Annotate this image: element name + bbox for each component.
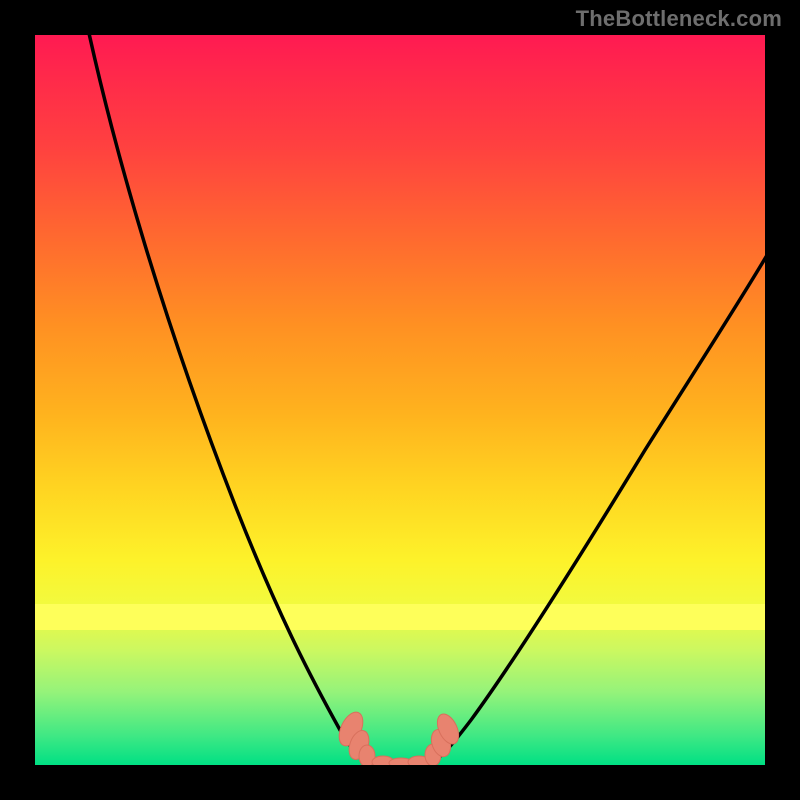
watermark-text: TheBottleneck.com xyxy=(576,6,782,32)
plot-area xyxy=(35,35,765,765)
right-curve xyxy=(437,250,765,759)
left-curve xyxy=(85,35,363,759)
chart-frame: TheBottleneck.com xyxy=(0,0,800,800)
curve-layer xyxy=(35,35,765,765)
valley-knuckles xyxy=(334,708,463,765)
